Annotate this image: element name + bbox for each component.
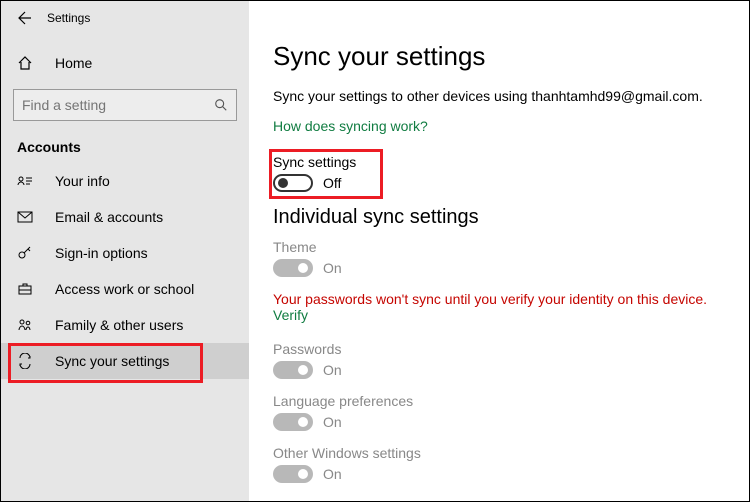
passwords-state: On — [323, 362, 342, 378]
sidebar-item-label: Email & accounts — [55, 209, 163, 225]
theme-toggle — [273, 259, 313, 277]
nav-home-label: Home — [55, 55, 92, 71]
lang-toggle — [273, 413, 313, 431]
search-icon — [214, 98, 228, 112]
mail-icon — [17, 209, 37, 225]
nav-home[interactable]: Home — [1, 45, 249, 81]
verify-link[interactable]: Verify — [273, 307, 308, 323]
key-icon — [17, 245, 37, 261]
sync-settings-label: Sync settings — [273, 154, 725, 170]
sidebar-item-label: Your info — [55, 173, 110, 189]
sidebar-section: Accounts — [1, 121, 249, 163]
other-toggle — [273, 465, 313, 483]
window-title: Settings — [47, 11, 90, 25]
sync-description: Sync your settings to other devices usin… — [273, 88, 725, 104]
sync-icon — [17, 353, 37, 369]
people-icon — [17, 317, 37, 333]
search-input[interactable] — [22, 97, 214, 113]
lang-state: On — [323, 414, 342, 430]
sync-settings-state: Off — [323, 175, 341, 191]
lang-label: Language preferences — [273, 393, 725, 409]
individual-heading: Individual sync settings — [273, 206, 725, 229]
briefcase-icon — [17, 281, 37, 297]
sidebar-item-signin[interactable]: Sign-in options — [1, 235, 249, 271]
how-syncing-link[interactable]: How does syncing work? — [273, 118, 428, 134]
theme-label: Theme — [273, 239, 725, 255]
sidebar: Settings Home Accounts Your info Email &… — [1, 1, 249, 501]
sidebar-item-family[interactable]: Family & other users — [1, 307, 249, 343]
theme-state: On — [323, 260, 342, 276]
passwords-toggle — [273, 361, 313, 379]
sidebar-item-sync[interactable]: Sync your settings — [1, 343, 249, 379]
sidebar-item-work[interactable]: Access work or school — [1, 271, 249, 307]
sidebar-item-your-info[interactable]: Your info — [1, 163, 249, 199]
other-label: Other Windows settings — [273, 445, 725, 461]
sidebar-item-email[interactable]: Email & accounts — [1, 199, 249, 235]
search-box[interactable] — [13, 89, 237, 121]
sidebar-item-label: Sign-in options — [55, 245, 148, 261]
sync-settings-toggle[interactable] — [273, 174, 313, 192]
sidebar-item-label: Sync your settings — [55, 353, 169, 369]
main-content: Sync your settings Sync your settings to… — [249, 1, 749, 501]
passwords-label: Passwords — [273, 341, 725, 357]
home-icon — [17, 55, 37, 71]
sidebar-item-label: Family & other users — [55, 317, 183, 333]
password-warning: Your passwords won't sync until you veri… — [273, 291, 725, 307]
page-heading: Sync your settings — [273, 41, 725, 72]
back-button[interactable] — [11, 6, 35, 30]
person-card-icon — [17, 173, 37, 189]
other-state: On — [323, 466, 342, 482]
sidebar-item-label: Access work or school — [55, 281, 194, 297]
